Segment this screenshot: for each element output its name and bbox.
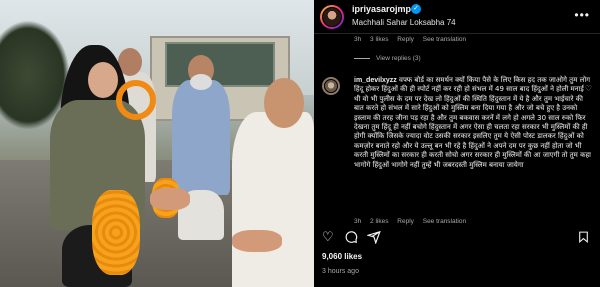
post-panel: ipriyasarojmp ✓ Machhali Sahar Loksabha … [314,0,600,287]
likes-count[interactable]: 9,060 likes [322,252,362,261]
photo-man-blue-shirt [172,80,230,195]
commenter-username[interactable]: im_devilxyzz [354,77,397,84]
reply-button[interactable]: Reply [397,36,414,43]
bookmark-icon[interactable] [577,230,590,247]
heart-icon[interactable]: ♡ [322,230,334,244]
comment-heart-icon[interactable]: ♡ [585,84,592,93]
comment: im_devilxyzz वफ्फ बोर्ड का समर्थन क्यों … [354,76,592,170]
comment-time: 3h [354,36,362,43]
reply-button[interactable]: Reply [397,218,414,225]
photo-garland [92,190,140,275]
comment-time: 3h [354,218,362,225]
post-time: 3 hours ago [322,268,359,275]
post-image[interactable] [0,0,314,287]
see-translation-button[interactable]: See translation [423,36,466,43]
photo-signboard [165,42,275,87]
photo-hand [232,230,282,252]
photo-woman-face [88,62,118,98]
comment-likes[interactable]: 3 likes [370,36,388,43]
comment-likes[interactable]: 2 likes [370,218,388,225]
see-translation-button[interactable]: See translation [423,218,466,225]
author-avatar[interactable] [320,5,344,29]
post-location[interactable]: Machhali Sahar Loksabha 74 [352,18,456,27]
replies-divider [354,57,370,59]
comment-meta: 3h 3 likes Reply See translation [354,36,473,43]
verified-icon: ✓ [411,4,421,14]
photo-hand [150,188,190,210]
comment-meta: 3h 2 likes Reply See translation [354,218,473,225]
post-header: ipriyasarojmp ✓ Machhali Sahar Loksabha … [314,0,600,34]
action-bar: ♡ [314,228,600,248]
photo-garland-neck [116,80,156,120]
view-replies-label: View replies (3) [376,55,421,62]
photo-elderly-man-face [264,78,304,128]
view-replies-button[interactable]: View replies (3) [354,55,421,62]
photo-elderly-man [232,112,314,287]
comment-icon[interactable] [344,230,358,247]
photo-man-beard [190,74,212,90]
share-icon[interactable] [366,230,381,247]
comments-list[interactable]: 3h 3 likes Reply See translation View re… [314,34,600,226]
more-icon[interactable]: ••• [574,8,590,22]
author-username[interactable]: ipriyasarojmp [352,4,411,14]
comment-text: वफ्फ बोर्ड का समर्थन क्यों किया पैसे के … [354,76,591,169]
commenter-avatar[interactable] [322,77,340,95]
